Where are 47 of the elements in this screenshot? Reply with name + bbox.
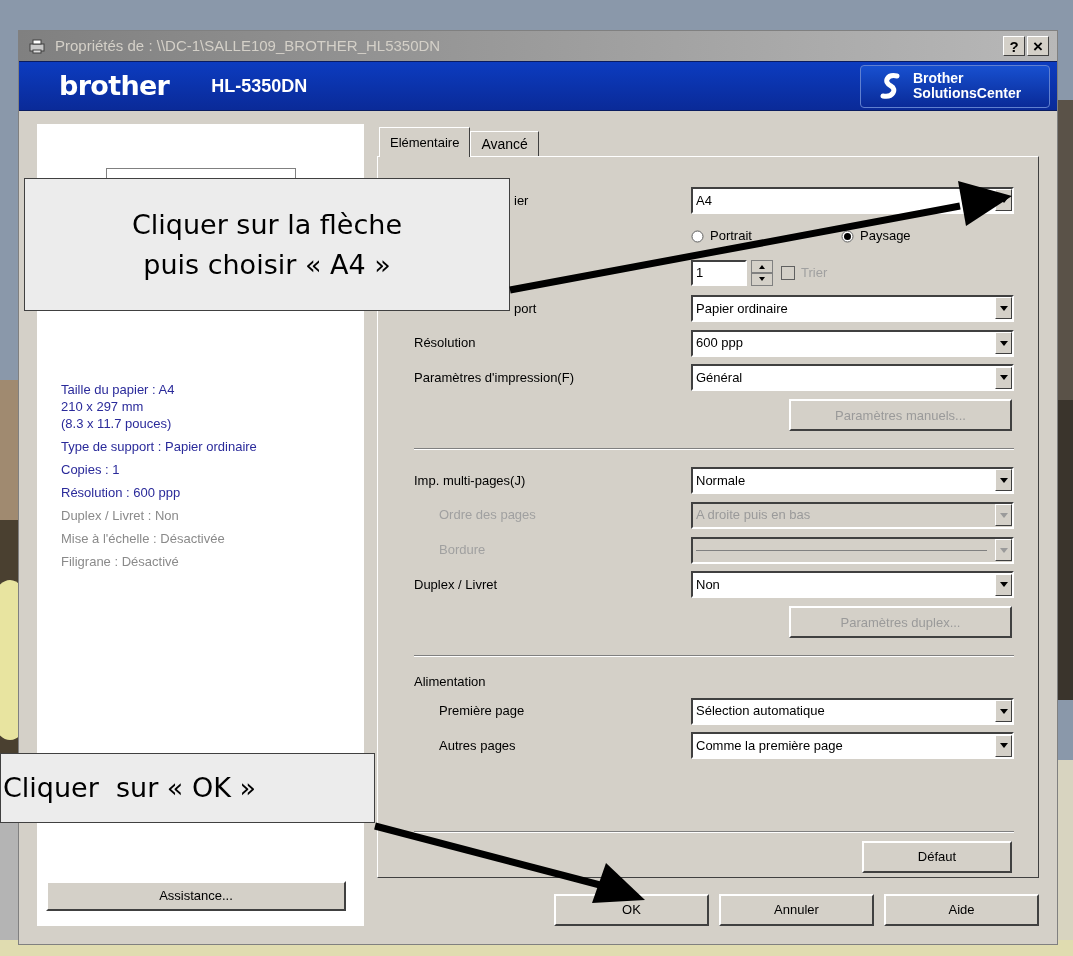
solutions-center-button[interactable]: Brother SolutionsCenter <box>860 64 1050 108</box>
summary-item: Type de support : Papier ordinaire <box>61 438 258 455</box>
field-label: port <box>513 299 538 318</box>
spin-button[interactable] <box>751 259 773 286</box>
printer-icon <box>27 37 47 56</box>
tab[interactable]: Elémentaire <box>379 127 471 157</box>
dialog-button[interactable]: OK <box>554 894 709 926</box>
radio-option[interactable]: Paysage <box>841 226 951 246</box>
dropdown-field[interactable]: 600 ppp <box>691 329 1014 357</box>
dialog-button[interactable]: Aide <box>884 894 1039 926</box>
callout-text: Cliquer sur « OK » <box>3 771 256 805</box>
dropdown-field[interactable]: Papier ordinaire <box>691 294 1014 322</box>
summary-item: Résolution : 600 ppp <box>61 484 182 501</box>
radio-option[interactable]: Portrait <box>691 226 801 246</box>
help-button[interactable]: ? <box>1003 36 1025 57</box>
spin-arrows-icon <box>751 259 773 286</box>
callout-text: Cliquer sur la flèche <box>131 207 403 242</box>
tab[interactable]: Avancé <box>470 131 539 156</box>
field-label: Imp. multi-pages(J) <box>414 471 527 490</box>
field-label: ier <box>513 191 530 210</box>
settings-button[interactable]: Défaut <box>862 840 1012 873</box>
close-button[interactable]: × <box>1027 36 1049 57</box>
swoosh-icon <box>877 72 901 101</box>
model-name: HL-5350DN <box>211 74 309 98</box>
field-label: Résolution <box>414 334 477 353</box>
dropdown-field[interactable]: Comme la première page <box>691 732 1014 760</box>
summary-item: Mise à l'échelle : Désactivée <box>61 530 226 547</box>
window-title: Propriétés de : \\DC-1\SALLE109_BROTHER_HL5350DN <box>55 35 442 56</box>
summary-item: Copies : 1 <box>61 461 121 478</box>
checkbox-icon <box>781 265 795 280</box>
brand-logo: brother <box>59 68 170 103</box>
field-label: Duplex / Livret <box>414 576 499 595</box>
section-heading: Alimentation <box>414 673 486 692</box>
summary-item: Filigrane : Désactivé <box>61 553 180 570</box>
field-label: Première page <box>438 702 526 721</box>
field-label: Paramètres d'impression(F) <box>414 369 575 388</box>
assistance-button[interactable]: Assistance... <box>46 881 346 911</box>
field-label: Autres pages <box>438 737 517 756</box>
dropdown-field[interactable]: Sélection automatique <box>691 697 1014 725</box>
dropdown-field[interactable]: Non <box>691 571 1014 599</box>
callout-text: puis choisir « A4 » <box>143 247 391 282</box>
dialog-button[interactable]: Annuler <box>719 894 874 926</box>
dropdown-field[interactable]: Général <box>691 364 1014 392</box>
copies-field[interactable]: 1 <box>691 259 747 286</box>
summary-item: Duplex / Livret : Non <box>61 507 180 524</box>
dropdown-field[interactable]: Normale <box>691 466 1014 494</box>
summary-item: Taille du papier : A4 210 x 297 mm (8.3 x 11.7 pouces) <box>61 381 176 432</box>
